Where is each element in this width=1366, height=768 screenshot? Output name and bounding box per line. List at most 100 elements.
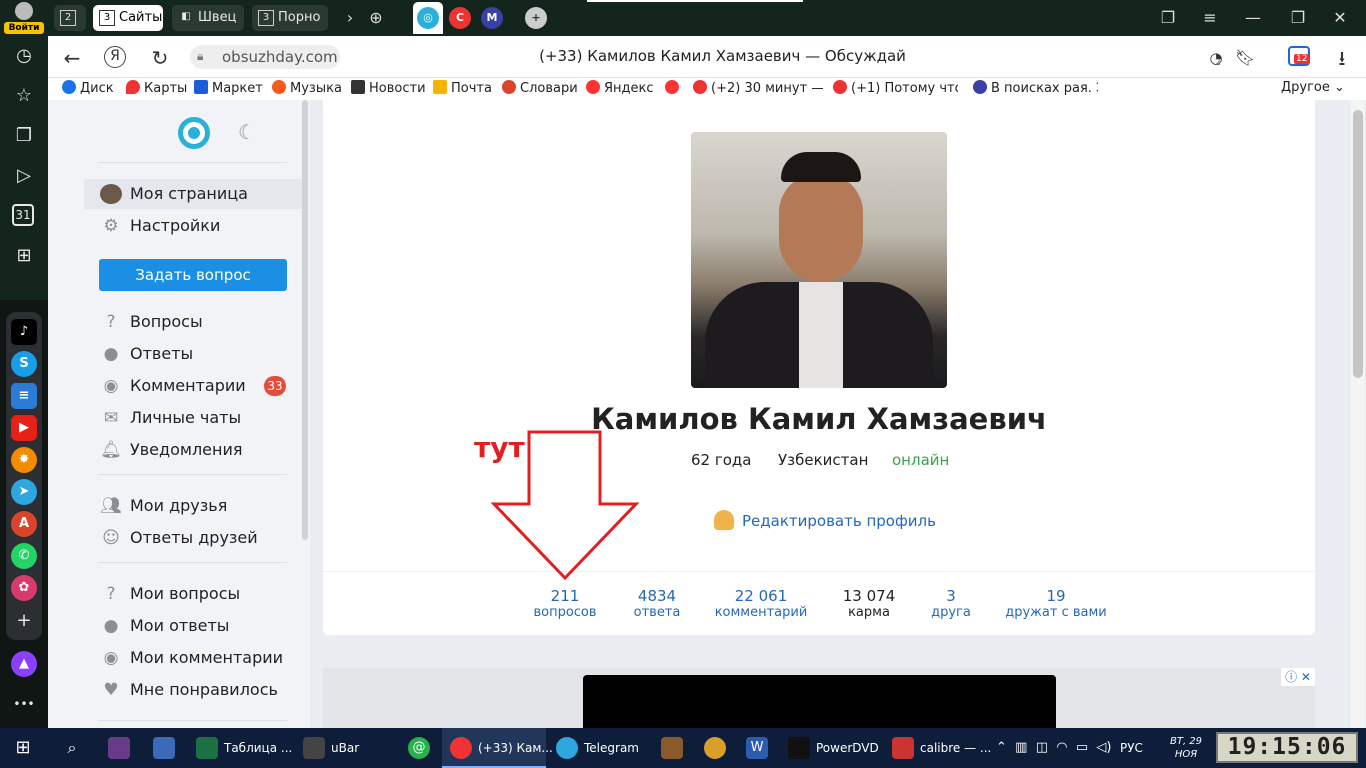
close-icon[interactable]: ✕ — [1330, 8, 1350, 27]
tab-group-shvets[interactable]: ◧ Швец — [172, 5, 244, 31]
tab-group-sites[interactable]: 3 Сайты — [93, 5, 163, 31]
app-icon-paint[interactable] — [704, 737, 726, 759]
app-icon-books[interactable] — [661, 737, 683, 759]
tasks-icon[interactable]: ≡ — [11, 383, 37, 409]
sidebar-item-questions[interactable]: ? Вопросы — [84, 307, 302, 337]
sidebar-item-comments[interactable]: ◉ Комментарии 33 — [84, 371, 302, 401]
reload-icon[interactable]: ↻ — [148, 46, 172, 70]
word-icon[interactable]: W — [746, 737, 768, 759]
taskbar-date[interactable]: ВТ, 29 НОЯ — [1163, 735, 1209, 761]
tab-group-1[interactable]: 2 — [54, 5, 86, 31]
bookmark-market[interactable]: Маркет — [194, 80, 263, 96]
bookmarks-other[interactable]: Другое ⌄ — [1281, 80, 1345, 95]
back-icon[interactable]: ← — [60, 46, 84, 70]
more-icon[interactable]: ••• — [12, 692, 36, 716]
app-icon-galaxy[interactable] — [108, 737, 130, 759]
sidebar-item-notifications[interactable]: 🔔︎ Уведомления — [84, 435, 302, 465]
page-scrollbar-thumb[interactable] — [1353, 110, 1363, 378]
bookmark-icon[interactable]: 🔖︎ — [1233, 46, 1257, 70]
taskbar-calibre[interactable]: calibre — ... — [884, 728, 991, 768]
history-icon[interactable]: ◷ — [12, 44, 36, 68]
new-tab-button[interactable]: + — [525, 7, 547, 29]
stat-karma: 13 074 карма — [842, 587, 896, 620]
bookmark-yandex-2[interactable] — [665, 80, 683, 96]
star-app-icon[interactable]: ✸ — [11, 447, 37, 473]
bookmark-paradise[interactable]: В поисках рая. Эк — [973, 80, 1098, 96]
sidebar-item-settings[interactable]: ⚙ Настройки — [84, 211, 302, 241]
menu-icon[interactable]: ≡ — [1200, 8, 1220, 27]
sidebar-item-liked[interactable]: ♥ Мне понравилось — [84, 675, 302, 705]
app-icon-at[interactable]: @ — [408, 737, 430, 759]
stat-followers[interactable]: 19 дружат с вами — [1004, 587, 1108, 620]
restore-icon[interactable]: ❐ — [1288, 8, 1308, 27]
bookmark-yandex[interactable]: Яндекс — [586, 80, 654, 96]
lock-icon[interactable]: 🔒︎ — [197, 49, 203, 64]
language-indicator[interactable]: РУС — [1120, 728, 1143, 768]
sidebar-scrollbar[interactable] — [302, 100, 308, 540]
profile-photo[interactable] — [691, 132, 947, 388]
calendar-icon[interactable]: 31 — [12, 204, 34, 226]
stat-comments[interactable]: 22 061 комментарий — [712, 587, 810, 620]
taskbar-clock[interactable]: 19:15:06 — [1216, 732, 1358, 763]
new-folder-icon[interactable]: ⊕ — [366, 8, 386, 27]
sidebar-item-friends-answers[interactable]: ☺ Ответы друзей — [84, 523, 302, 553]
sidebar-item-answers[interactable]: ● Ответы — [84, 339, 302, 369]
taskbar-powerdvd[interactable]: PowerDVD — [780, 728, 879, 768]
sidebar-item-my-page[interactable]: Моя страница — [84, 179, 302, 209]
youtube-icon[interactable]: ▶ — [11, 415, 37, 441]
url-field[interactable]: obsuzhday.com — [190, 45, 340, 69]
bookmark-maps[interactable]: Карты — [126, 80, 187, 96]
avatar — [100, 184, 122, 204]
bookmark-30-minutes[interactable]: (+2) 30 минут — С — [693, 80, 823, 96]
sidebar-item-my-friends[interactable]: 👥︎ Мои друзья — [84, 491, 302, 521]
sidebar-item-my-questions[interactable]: ? Мои вопросы — [84, 579, 302, 609]
video-icon[interactable]: ▷ — [12, 164, 36, 188]
flower-app-icon[interactable]: ✿ — [11, 575, 37, 601]
add-app-icon[interactable]: + — [12, 609, 36, 633]
app-icon-computer[interactable] — [153, 737, 175, 759]
collections-icon[interactable]: ❐ — [12, 124, 36, 148]
tiktok-icon[interactable]: ♪ — [11, 319, 37, 345]
skype-icon[interactable]: S — [11, 351, 37, 377]
tab-m-favicon[interactable]: M — [481, 7, 503, 29]
apps-grid-icon[interactable]: ⊞ — [12, 244, 36, 268]
alice-icon[interactable]: ▲ — [11, 651, 37, 677]
translate-icon[interactable]: A — [11, 511, 37, 537]
dark-mode-moon-icon[interactable]: ☾ — [238, 120, 256, 144]
taskbar-yandex-browser[interactable]: (+33) Кам... — [442, 728, 553, 768]
telegram-icon[interactable]: ➤ — [11, 479, 37, 505]
yandex-button[interactable]: Я — [104, 46, 126, 68]
whatsapp-icon[interactable]: ✆ — [11, 543, 37, 569]
bookmarks-manager-icon[interactable]: ❐ — [1158, 8, 1178, 27]
login-button[interactable]: Войти — [4, 2, 44, 34]
ad-info-close[interactable]: ⓘ ✕ — [1281, 668, 1315, 686]
search-icon[interactable]: ⌕ — [61, 737, 83, 759]
edit-profile-link[interactable]: Редактировать профиль — [714, 510, 936, 530]
chevron-right-icon[interactable]: › — [340, 8, 360, 27]
minimize-icon[interactable]: — — [1243, 8, 1263, 27]
stat-friends[interactable]: 3 друга — [926, 587, 976, 620]
bookmark-dictionaries[interactable]: Словари — [502, 80, 578, 96]
bookmarks-star-icon[interactable]: ☆ — [12, 84, 36, 108]
system-tray-icons[interactable]: ⌃ ▥ ◫ ◠ ▭ ◁) — [996, 728, 1111, 768]
ad-video[interactable] — [583, 675, 1056, 728]
windows-start-icon[interactable]: ⊞ — [12, 737, 34, 759]
taskbar-telegram[interactable]: Telegram — [548, 728, 644, 768]
bookmark-news[interactable]: Новости — [351, 80, 426, 96]
bookmark-disk[interactable]: Диск — [62, 80, 114, 96]
download-icon[interactable]: ⭳ — [1330, 46, 1354, 70]
tab-group-porno[interactable]: 3 Порно — [252, 5, 328, 31]
tab-c-favicon[interactable]: C — [449, 7, 471, 29]
stat-questions[interactable]: 211 вопросов — [530, 587, 600, 620]
taskbar-ubar[interactable]: uBar — [295, 728, 375, 768]
sidebar-item-my-answers[interactable]: ● Мои ответы — [84, 611, 302, 641]
bookmark-music[interactable]: Музыка — [272, 80, 342, 96]
bookmark-because[interactable]: (+1) Потому что т — [833, 80, 958, 96]
ask-question-button[interactable]: Задать вопрос — [99, 259, 287, 291]
stat-answers[interactable]: 4834 ответа — [628, 587, 686, 620]
bookmark-mail[interactable]: Почта — [433, 80, 492, 96]
site-logo-icon[interactable] — [178, 117, 210, 149]
taskbar-excel[interactable]: Таблица ... — [188, 728, 292, 768]
sidebar-item-my-comments[interactable]: ◉ Мои комментарии — [84, 643, 302, 673]
sidebar-item-private-chats[interactable]: ✉ Личные чаты — [84, 403, 302, 433]
